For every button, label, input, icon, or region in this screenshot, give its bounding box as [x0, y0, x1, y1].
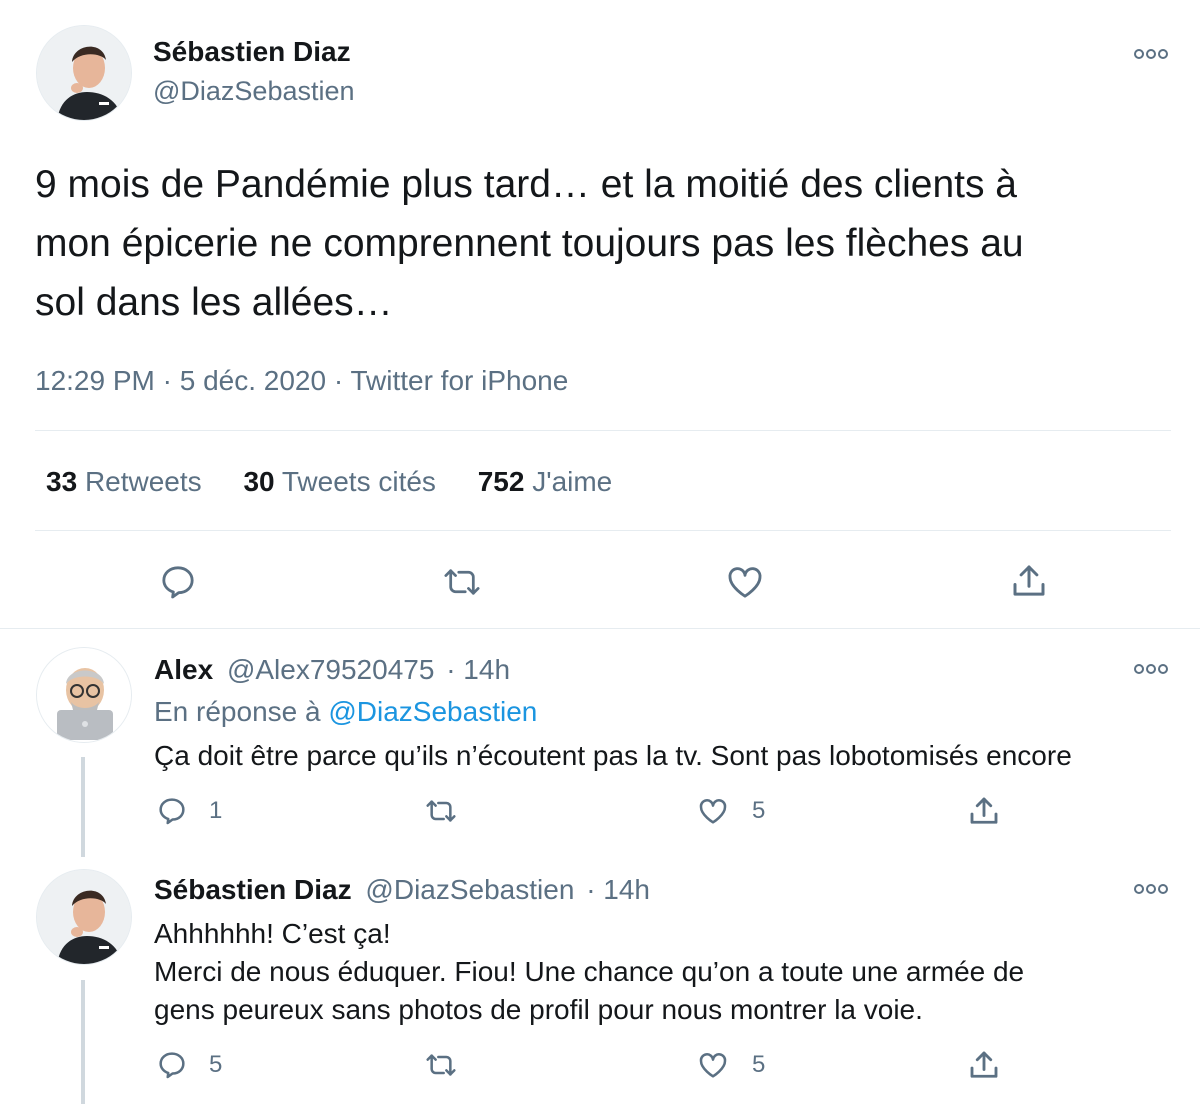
reply-count: 1: [209, 797, 223, 824]
profile-photo-icon: [37, 26, 131, 120]
reply-icon[interactable]: [156, 795, 188, 827]
avatar[interactable]: [36, 647, 132, 743]
reply-to-handle[interactable]: @DiazSebastien: [328, 696, 537, 727]
author-handle[interactable]: @DiazSebastien: [153, 74, 355, 108]
quotes-label: Tweets cités: [281, 466, 436, 497]
quotes-stat[interactable]: 30 Tweets cités: [243, 466, 443, 497]
reply-text-line: Ahhhhhh! C’est ça!: [154, 918, 391, 949]
reply-header: Alex @Alex79520475 · 14h: [154, 653, 510, 687]
reply-author-handle[interactable]: @Alex79520475: [227, 654, 434, 685]
memoji-avatar-icon: [37, 648, 131, 742]
reply-text-line: gens peureux sans photos de profil pour …: [154, 994, 923, 1025]
reply-author-handle[interactable]: @DiazSebastien: [365, 874, 574, 905]
quotes-count: 30: [243, 466, 275, 497]
tweet-text-line: 9 mois de Pandémie plus tard… et la moit…: [35, 163, 1017, 206]
reply-icon[interactable]: [156, 1049, 188, 1081]
reply-author-name[interactable]: Alex: [154, 654, 213, 685]
like-icon[interactable]: [696, 1049, 730, 1081]
retweet-icon[interactable]: [423, 795, 459, 827]
tweet-text: 9 mois de Pandémie plus tard… et la moit…: [35, 155, 1024, 332]
thread-line: [81, 980, 85, 1104]
retweets-label: Retweets: [84, 466, 202, 497]
more-options-icon[interactable]: [1134, 47, 1168, 59]
more-options-icon[interactable]: [1134, 882, 1168, 894]
reply-text: Ahhhhhh! C’est ça! Merci de nous éduquer…: [154, 915, 1024, 1029]
retweet-icon[interactable]: [423, 1049, 459, 1081]
reply-header: Sébastien Diaz @DiazSebastien · 14h: [154, 873, 650, 907]
thread-line: [81, 757, 85, 857]
retweets-count: 33: [46, 466, 78, 497]
likes-label: J'aime: [532, 466, 613, 497]
reply-context: En réponse à @DiazSebastien: [154, 695, 537, 729]
reply-text-line: Ça doit être parce qu’ils n’écoutent pas…: [154, 740, 1072, 771]
divider: [35, 430, 1171, 431]
retweets-stat[interactable]: 33 Retweets: [46, 466, 209, 497]
like-count: 5: [752, 797, 766, 824]
share-icon[interactable]: [966, 1047, 1002, 1083]
avatar[interactable]: [36, 869, 132, 965]
tweet-text-line: sol dans les allées…: [35, 281, 393, 324]
reply-time[interactable]: · 14h: [586, 874, 650, 905]
reply-count: 5: [209, 1051, 223, 1078]
like-icon[interactable]: [696, 795, 730, 827]
likes-count: 752: [477, 466, 525, 497]
reply-time[interactable]: · 14h: [446, 654, 510, 685]
like-icon[interactable]: [724, 562, 766, 602]
likes-stat[interactable]: 752 J'aime: [478, 466, 613, 497]
share-icon[interactable]: [966, 793, 1002, 829]
tweet-text-line: mon épicerie ne comprennent toujours pas…: [35, 222, 1024, 265]
reply-author-name[interactable]: Sébastien Diaz: [154, 874, 352, 905]
avatar[interactable]: [36, 25, 132, 121]
reply-text: Ça doit être parce qu’ils n’écoutent pas…: [154, 737, 1072, 775]
tweet-timestamp[interactable]: 12:29 PM · 5 déc. 2020 · Twitter for iPh…: [35, 364, 568, 398]
reply-text-line: Merci de nous éduquer. Fiou! Une chance …: [154, 956, 1025, 987]
profile-photo-icon: [37, 870, 131, 964]
author-name[interactable]: Sébastien Diaz: [153, 35, 351, 69]
more-options-icon[interactable]: [1134, 662, 1168, 674]
reply-to-prefix: En réponse à: [154, 696, 321, 727]
divider: [0, 628, 1200, 629]
tweet-stats: 33 Retweets 30 Tweets cités 752 J'aime: [46, 465, 612, 499]
divider: [35, 530, 1171, 531]
share-icon[interactable]: [1008, 560, 1050, 602]
retweet-icon[interactable]: [441, 562, 483, 602]
reply-icon[interactable]: [158, 562, 198, 602]
like-count: 5: [752, 1051, 766, 1078]
